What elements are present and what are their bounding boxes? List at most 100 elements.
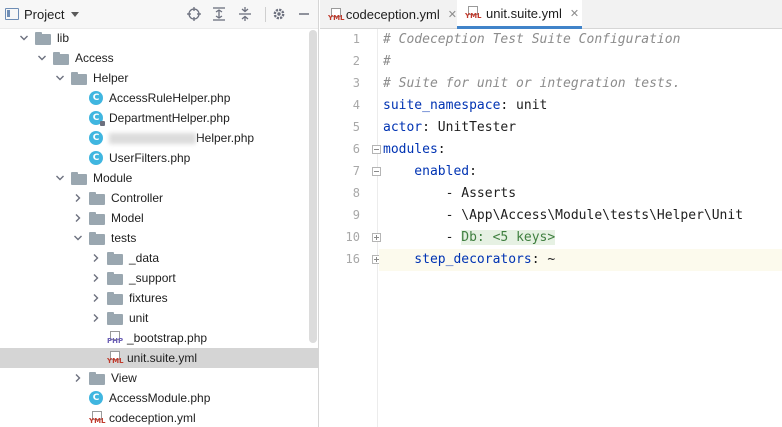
tree-item[interactable]: Model (0, 208, 318, 228)
tab-codeception-yml[interactable]: YML codeception.yml ✕ (320, 0, 457, 29)
code-token: : (437, 142, 446, 157)
folder-icon (107, 291, 123, 305)
code-line[interactable]: # Suite for unit or integration tests. (379, 73, 782, 95)
code-line[interactable]: # Codeception Test Suite Configuration (379, 29, 782, 51)
tree-item-label: _data (129, 251, 160, 265)
php-class-locked-icon: C (89, 111, 105, 126)
code-editor[interactable]: # Codeception Test Suite Configuration # #… (379, 29, 782, 427)
tree-item-label: unit (129, 311, 149, 325)
tree-item[interactable]: C DepartmentHelper.php (0, 108, 318, 128)
folder-icon (89, 371, 105, 385)
tree-item-label: AccessModule.php (109, 391, 211, 405)
line-number: 7 (352, 164, 360, 178)
tree-item[interactable]: Controller (0, 188, 318, 208)
tab-unit-suite-yml[interactable]: YML unit.suite.yml ✕ (457, 0, 582, 29)
redacted-text (109, 132, 196, 144)
code-token: step_decorators (383, 252, 532, 267)
tree-item[interactable]: C Helper.php (0, 128, 318, 148)
chevron-down-icon[interactable] (37, 53, 47, 63)
chevron-right-icon[interactable] (73, 193, 83, 203)
folder-icon (107, 311, 123, 325)
tree-item-label: Helper (93, 71, 129, 85)
code-line[interactable]: # (379, 51, 782, 73)
chevron-down-icon[interactable] (55, 73, 65, 83)
chevron-right-icon[interactable] (91, 313, 101, 323)
tree-item-label: tests (111, 231, 137, 245)
tree-item-label: Access (75, 51, 114, 65)
tree-item[interactable]: YML unit.suite.yml (0, 348, 318, 368)
tree-item-label: codeception.yml (109, 411, 196, 425)
code-line[interactable]: enabled: (379, 161, 782, 183)
code-line[interactable]: - Db: <5 keys> (379, 227, 782, 249)
locate-icon[interactable] (186, 6, 202, 22)
tree-item[interactable]: C UserFilters.php (0, 148, 318, 168)
chevron-right-icon[interactable] (73, 373, 83, 383)
code-token: : ~ (531, 252, 556, 267)
code-token: enabled (383, 164, 470, 179)
tree-item[interactable]: C AccessModule.php (0, 388, 318, 408)
expand-all-icon[interactable] (211, 6, 227, 22)
tree-item-label: _support (129, 271, 176, 285)
code-line[interactable]: suite_namespace: unit (379, 95, 782, 117)
chevron-right-icon[interactable] (73, 213, 83, 223)
folder-icon (89, 231, 105, 245)
collapse-all-icon[interactable] (237, 6, 253, 22)
folder-icon (71, 71, 87, 85)
code-token: # Codeception Test Suite Configuration (383, 32, 681, 47)
code-token: - \App\Access\Module\tests\Helper\Unit (383, 208, 744, 223)
tree-item-label: Model (111, 211, 144, 225)
chevron-right-icon[interactable] (91, 253, 101, 263)
tree-item[interactable]: Access (0, 48, 318, 68)
tree-item[interactable]: View (0, 368, 318, 388)
code-line[interactable]: step_decorators: ~ (379, 249, 782, 271)
tree-item-label: AccessRuleHelper.php (109, 91, 231, 105)
folder-icon (71, 171, 87, 185)
tree-item-label: UserFilters.php (109, 151, 191, 165)
tree-item[interactable]: Module (0, 168, 318, 188)
tree-item[interactable]: Helper (0, 68, 318, 88)
yml-file-icon: YML (107, 351, 124, 365)
code-token: # (383, 54, 391, 69)
tree-item[interactable]: PHP _bootstrap.php (0, 328, 318, 348)
chevron-right-icon[interactable] (91, 273, 101, 283)
close-icon[interactable]: ✕ (570, 7, 579, 20)
tree-item[interactable]: _support (0, 268, 318, 288)
gear-icon[interactable] (271, 6, 287, 22)
project-view-icon (5, 8, 19, 20)
php-class-icon: C (89, 151, 103, 165)
hide-icon[interactable] (296, 6, 312, 22)
project-panel: Project lib Access Helper C AccessRuleHelper… (0, 0, 319, 427)
tree-item[interactable]: C AccessRuleHelper.php (0, 88, 318, 108)
php-class-icon: C (89, 91, 103, 105)
chevron-right-icon[interactable] (91, 293, 101, 303)
chevron-down-icon[interactable] (19, 33, 29, 43)
line-number: 8 (352, 186, 360, 200)
project-title[interactable]: Project (24, 7, 64, 22)
code-token: modules (383, 142, 438, 157)
tree-item-label: fixtures (129, 291, 168, 305)
code-line[interactable]: - Asserts (379, 183, 782, 205)
close-icon[interactable]: ✕ (448, 8, 457, 21)
code-line[interactable]: modules: (379, 139, 782, 161)
tree-item-label: lib (57, 31, 70, 45)
chevron-down-icon[interactable] (73, 233, 83, 243)
line-number: 6 (352, 142, 360, 156)
folder-icon (53, 51, 69, 65)
tree-item[interactable]: unit (0, 308, 318, 328)
tree-item[interactable]: _data (0, 248, 318, 268)
code-line[interactable]: actor: UnitTester (379, 117, 782, 139)
tree-item[interactable]: fixtures (0, 288, 318, 308)
folder-icon (107, 271, 123, 285)
chevron-down-icon[interactable] (55, 173, 65, 183)
chevron-down-icon[interactable] (71, 11, 80, 17)
tree-item[interactable]: tests (0, 228, 318, 248)
tree-item[interactable]: lib (0, 28, 318, 48)
tree-item[interactable]: YML codeception.yml (0, 408, 318, 427)
code-line[interactable]: - \App\Access\Module\tests\Helper\Unit (379, 205, 782, 227)
folded-region[interactable]: Db: <5 keys> (461, 230, 556, 245)
code-token: - Asserts (383, 186, 517, 201)
tree-scrollbar[interactable] (309, 30, 317, 343)
editor-tab-bar: YML codeception.yml ✕ YML unit.suite.yml… (320, 0, 782, 29)
tree-item-label: View (111, 371, 137, 385)
tree-item-label: unit.suite.yml (127, 351, 198, 365)
